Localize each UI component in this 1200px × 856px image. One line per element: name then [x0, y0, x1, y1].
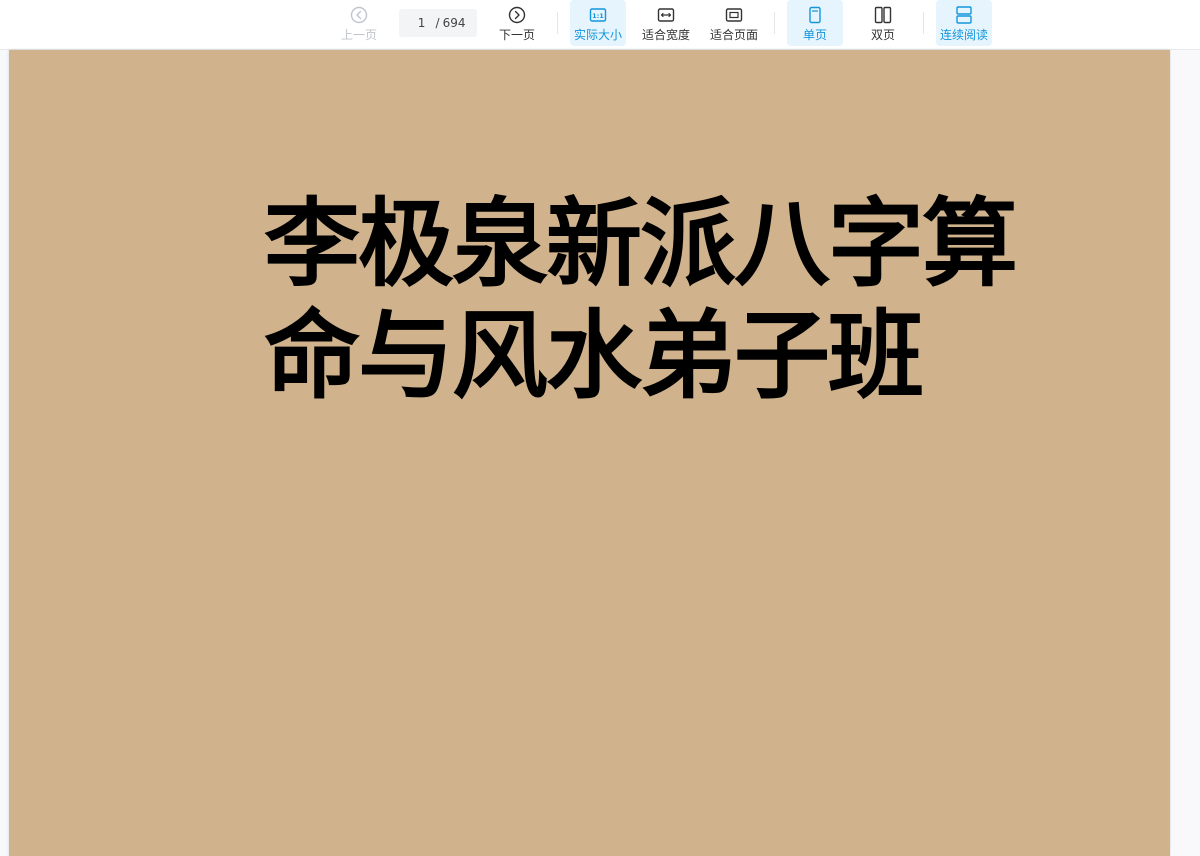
prev-page-label: 上一页 [340, 28, 377, 42]
actual-size-button[interactable]: 1:1 实际大小 [570, 0, 626, 46]
chevron-left-circle-icon [349, 5, 369, 25]
fit-page-icon [724, 5, 744, 25]
toolbar-divider [923, 12, 924, 34]
toolbar-divider [774, 12, 775, 34]
single-page-button[interactable]: 单页 [787, 0, 843, 46]
vertical-scrollbar[interactable] [1171, 50, 1200, 856]
svg-text:1:1: 1:1 [592, 12, 604, 20]
single-page-label: 单页 [802, 28, 827, 42]
continuous-read-button[interactable]: 连续阅读 [936, 0, 992, 46]
document-page: 李极泉新派八字算 命与风水弟子班 [9, 50, 1170, 856]
actual-size-label: 实际大小 [573, 28, 622, 42]
document-viewer[interactable]: 李极泉新派八字算 命与风水弟子班 [0, 50, 1200, 856]
continuous-scroll-icon [954, 5, 974, 25]
double-page-icon [873, 5, 893, 25]
document-title-line-2: 命与风水弟子班 [264, 300, 924, 412]
page-total: 694 [442, 16, 466, 30]
actual-size-icon: 1:1 [588, 5, 608, 25]
single-page-icon [805, 5, 825, 25]
document-title: 李极泉新派八字算 命与风水弟子班 [264, 188, 1044, 412]
prev-page-button[interactable]: 上一页 [336, 0, 382, 46]
page-indicator[interactable]: 1 / 694 [399, 9, 477, 37]
fit-width-icon [656, 5, 676, 25]
chevron-right-circle-icon [507, 5, 527, 25]
fit-width-button[interactable]: 适合宽度 [638, 0, 694, 46]
document-title-line-1: 李极泉新派八字算 [264, 188, 1018, 300]
fit-page-button[interactable]: 适合页面 [706, 0, 762, 46]
fit-page-label: 适合页面 [709, 28, 758, 42]
double-page-label: 双页 [870, 28, 895, 42]
page-current-input[interactable]: 1 [411, 16, 433, 30]
toolbar-divider [557, 12, 558, 34]
next-page-button[interactable]: 下一页 [494, 0, 540, 46]
double-page-button[interactable]: 双页 [855, 0, 911, 46]
continuous-read-label: 连续阅读 [939, 28, 988, 42]
viewer-toolbar: 上一页 1 / 694 下一页 1:1 实际大小 适合宽度 适合页面 单页 双页… [0, 0, 1200, 50]
fit-width-label: 适合宽度 [641, 28, 690, 42]
next-page-label: 下一页 [498, 28, 535, 42]
page-separator: / [435, 16, 440, 30]
